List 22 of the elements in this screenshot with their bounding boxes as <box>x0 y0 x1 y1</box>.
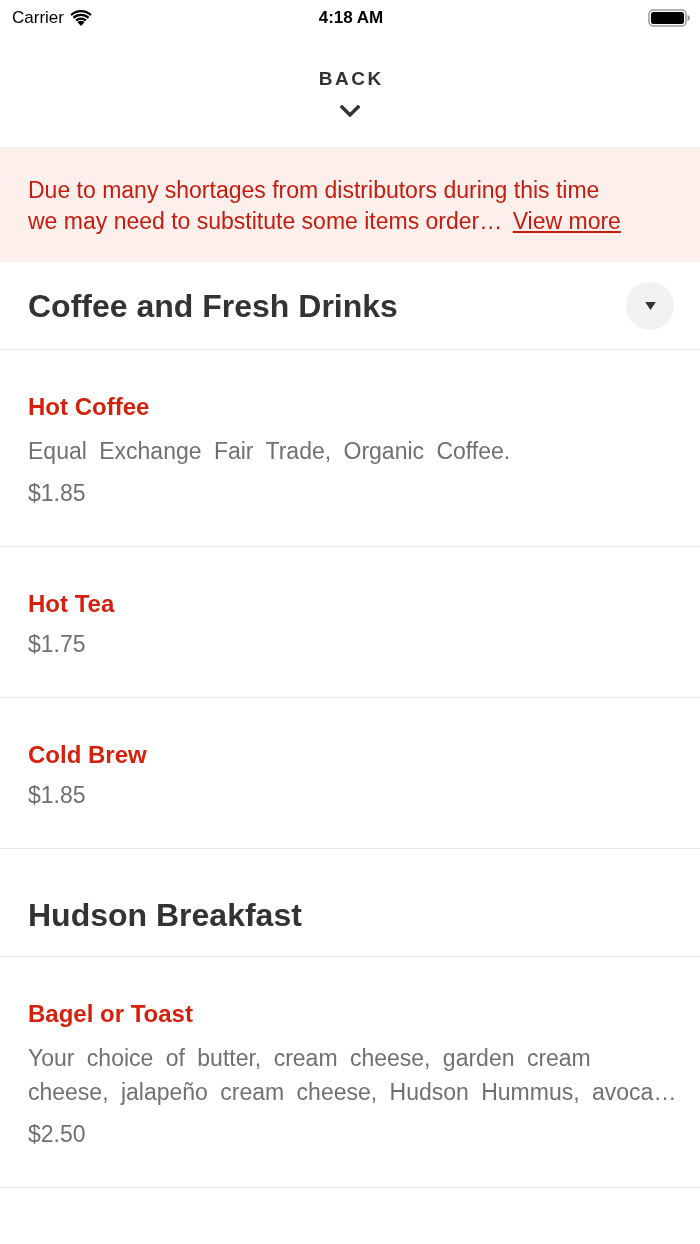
item-price: $1.85 <box>28 479 86 508</box>
notice-text: Due to many shortages from distributors during this time we may need to substitute some items order… View more <box>28 176 622 236</box>
wifi-icon <box>69 10 92 26</box>
view-more-link[interactable]: View more <box>512 208 621 234</box>
carrier-name: Carrier <box>12 8 64 28</box>
back-button[interactable]: BACK <box>312 66 388 117</box>
battery-icon <box>648 9 690 27</box>
item-price: $1.85 <box>28 781 86 810</box>
section-title: Coffee and Fresh Drinks <box>28 287 398 326</box>
caret-down-icon <box>644 302 656 310</box>
section-title: Hudson Breakfast <box>28 896 302 935</box>
status-time: 4:18 AM <box>318 8 384 28</box>
item-name[interactable]: Bagel or Toast <box>28 999 193 1029</box>
item-description: Your choice of butter, cream cheese, garden cream cheese, jalapeño cream cheese, Hudson Hummus, avoca… <box>28 1044 678 1107</box>
collapse-button[interactable] <box>626 282 674 330</box>
item-description: Equal Exchange Fair Trade, Organic Coffee. <box>28 437 511 466</box>
item-price: $2.50 <box>28 1120 86 1149</box>
item-name[interactable]: Hot Tea <box>28 589 115 619</box>
item-name[interactable]: Hot Coffee <box>28 392 150 422</box>
item-price: $1.75 <box>28 630 86 659</box>
chevron-down-icon <box>340 105 360 117</box>
item-name[interactable]: Cold Brew <box>28 740 147 770</box>
